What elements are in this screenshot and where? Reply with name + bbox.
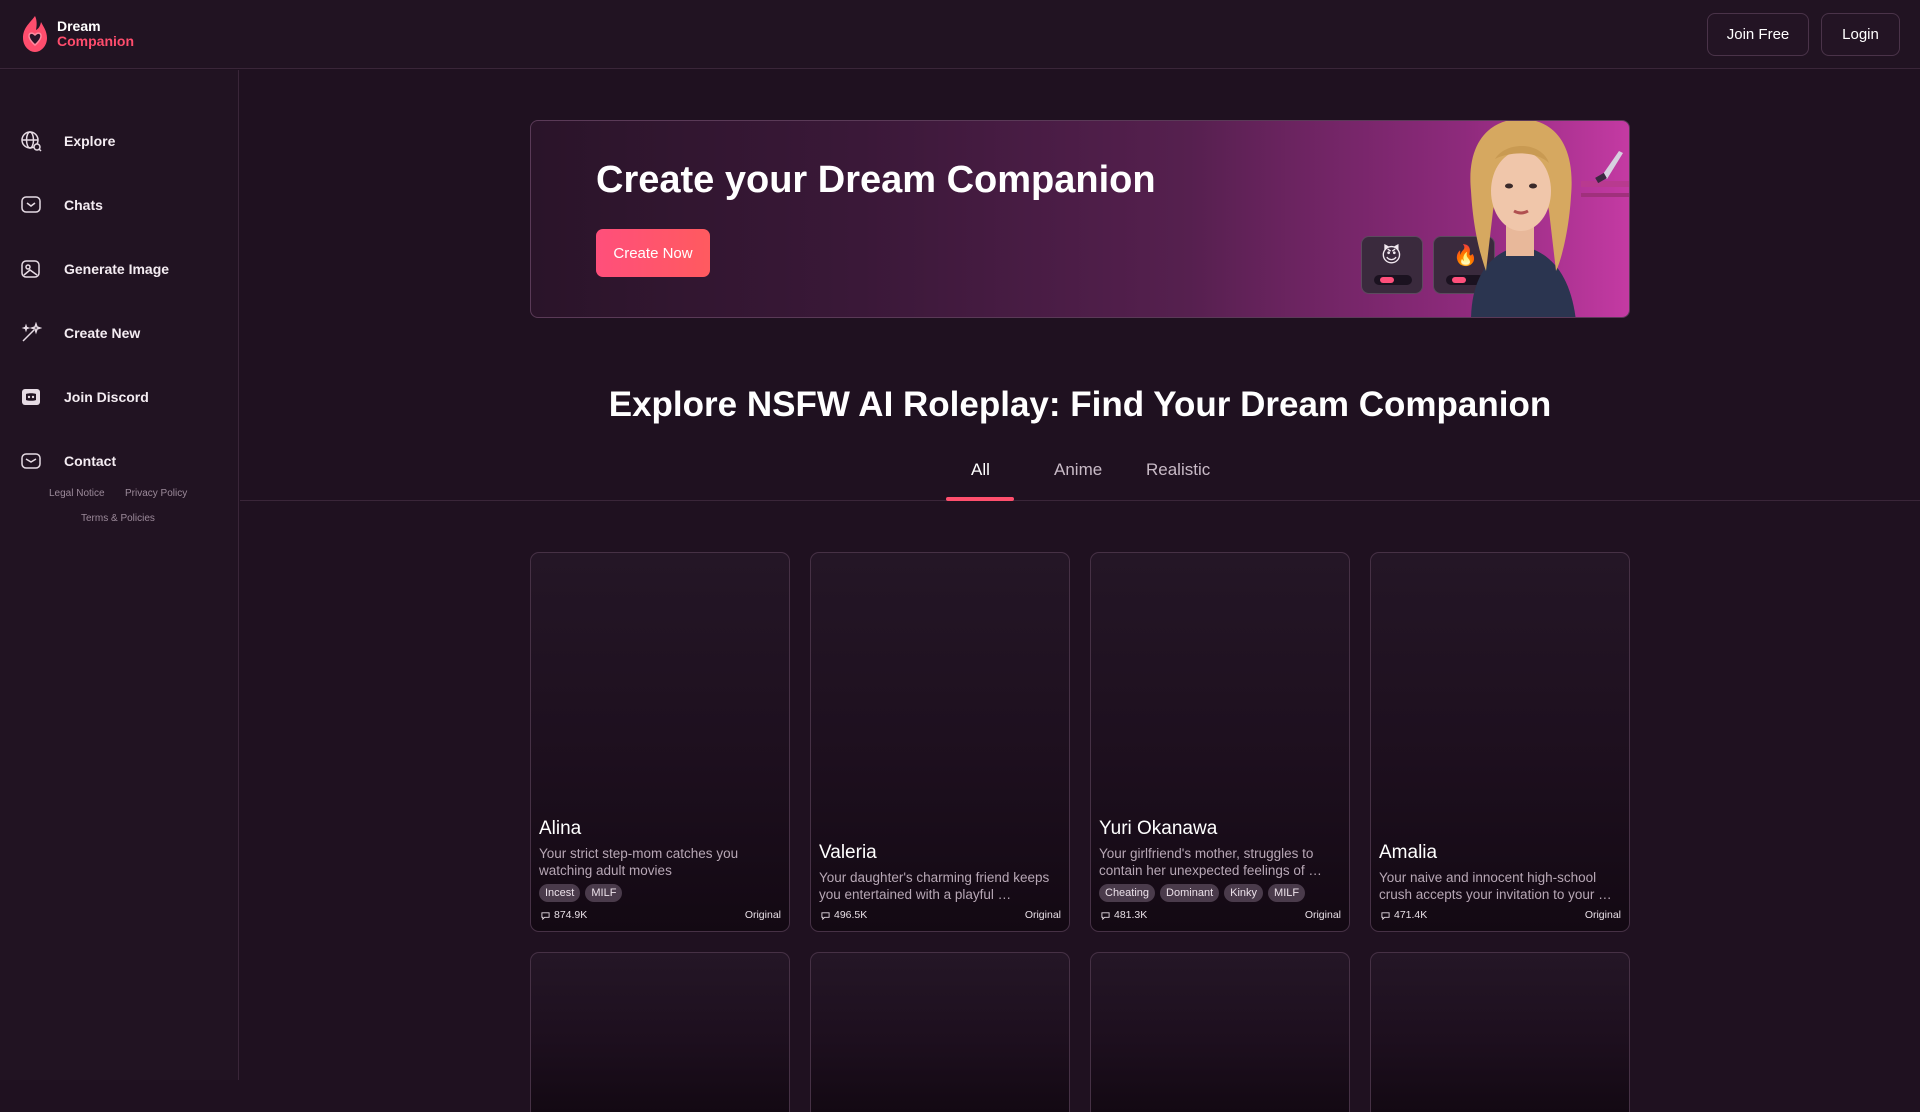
chat-count-value: 481.3K: [1114, 909, 1148, 921]
tab-anime[interactable]: Anime: [1054, 460, 1102, 500]
character-card[interactable]: [1370, 952, 1630, 1112]
sidebar-item-label: Join Discord: [64, 389, 149, 405]
active-tab-indicator: [946, 497, 1014, 501]
sidebar-item-label: Chats: [64, 197, 103, 213]
tab-realistic[interactable]: Realistic: [1146, 460, 1210, 500]
character-description: Your girlfriend's mother, struggles to c…: [1099, 846, 1322, 878]
image-icon: [21, 260, 40, 278]
magic-wand-icon: [21, 322, 42, 342]
character-description: Your strict step-mom catches you watchin…: [539, 846, 739, 878]
sidebar-item-generate-image[interactable]: Generate Image: [0, 245, 238, 293]
globe-icon: [21, 131, 42, 152]
toggle-icon: [1374, 275, 1412, 285]
logo-line-1: Dream: [57, 18, 101, 34]
character-card[interactable]: [530, 952, 790, 1112]
character-card[interactable]: [1090, 952, 1350, 1112]
character-name: Amalia: [1379, 842, 1438, 863]
banner-title: Create your Dream Companion: [596, 159, 1156, 201]
original-badge: Original: [744, 909, 781, 921]
chat-count-value: 496.5K: [834, 909, 868, 921]
character-name: Yuri Okanawa: [1099, 818, 1218, 839]
sidebar: Explore Chats Generate Image Create New …: [0, 70, 239, 1080]
logo[interactable]: Dream Companion: [19, 14, 134, 54]
original-badge: Original: [1584, 909, 1621, 921]
logo-line-2: Companion: [57, 33, 134, 49]
sidebar-item-label: Generate Image: [64, 261, 170, 277]
discord-icon: [22, 389, 40, 405]
login-button[interactable]: Login: [1821, 13, 1900, 56]
devil-icon: 😈: [1381, 245, 1402, 267]
logo-text: Dream Companion: [57, 19, 134, 49]
tab-all[interactable]: All: [971, 460, 990, 500]
chat-bubble-icon: [821, 911, 830, 920]
chat-count: 496.5K: [821, 909, 867, 921]
mail-icon: [21, 453, 41, 469]
chat-count: 481.3K: [1101, 909, 1147, 921]
chat-count-value: 471.4K: [1394, 909, 1428, 921]
privacy-policy-link[interactable]: Privacy Policy: [125, 488, 187, 499]
tag[interactable]: Incest: [539, 884, 581, 902]
create-now-button[interactable]: Create Now: [596, 229, 710, 277]
chat-icon: [21, 196, 41, 213]
character-card[interactable]: Alina Your strict step-mom catches you w…: [530, 552, 790, 932]
tag-list: Incest MILF: [539, 884, 623, 902]
flame-heart-logo-icon: [23, 16, 47, 52]
create-companion-banner: Create your Dream Companion Create Now 😈…: [530, 120, 1630, 318]
tag[interactable]: MILF: [1268, 884, 1306, 902]
sidebar-item-chats[interactable]: Chats: [0, 181, 238, 229]
join-free-button[interactable]: Join Free: [1707, 13, 1809, 56]
character-card[interactable]: Yuri Okanawa Your girlfriend's mother, s…: [1090, 552, 1350, 932]
tag[interactable]: MILF: [585, 884, 623, 902]
chat-bubble-icon: [541, 911, 550, 920]
character-description: Your naive and innocent high-school crus…: [1379, 870, 1612, 902]
chat-count-value: 874.9K: [554, 909, 588, 921]
tag[interactable]: Kinky: [1224, 884, 1264, 902]
chat-bubble-icon: [1101, 911, 1110, 920]
character-card[interactable]: [810, 952, 1070, 1112]
character-card[interactable]: Amalia Your naive and innocent high-scho…: [1370, 552, 1630, 932]
original-badge: Original: [1304, 909, 1341, 921]
explore-title: Explore NSFW AI Roleplay: Find Your Drea…: [608, 385, 1552, 424]
chat-count: 874.9K: [541, 909, 587, 921]
character-name: Valeria: [819, 842, 877, 863]
top-header: Dream Companion Join Free Login: [0, 0, 1920, 69]
terms-link[interactable]: Terms & Policies: [81, 513, 155, 524]
character-name: Alina: [539, 818, 582, 839]
character-description: Your daughter's charming friend keeps yo…: [819, 870, 1050, 902]
tabs-divider: [240, 500, 1920, 501]
sidebar-item-label: Contact: [64, 453, 117, 469]
tag[interactable]: Cheating: [1099, 884, 1156, 902]
sidebar-item-label: Create New: [64, 325, 141, 341]
sidebar-item-explore[interactable]: Explore: [0, 117, 238, 165]
chat-bubble-icon: [1381, 911, 1390, 920]
sidebar-item-contact[interactable]: Contact: [0, 437, 238, 485]
tag[interactable]: Dominant: [1160, 884, 1220, 902]
sidebar-item-create-new[interactable]: Create New: [0, 309, 238, 357]
knife-icon: [1581, 151, 1629, 197]
chat-count: 471.4K: [1381, 909, 1427, 921]
sidebar-item-join-discord[interactable]: Join Discord: [0, 373, 238, 421]
sidebar-item-label: Explore: [64, 133, 116, 149]
legal-notice-link[interactable]: Legal Notice: [49, 488, 105, 499]
tag-list: Cheating Dominant Kinky MILF: [1099, 884, 1306, 902]
original-badge: Original: [1024, 909, 1061, 921]
character-card[interactable]: Valeria Your daughter's charming friend …: [810, 552, 1070, 932]
